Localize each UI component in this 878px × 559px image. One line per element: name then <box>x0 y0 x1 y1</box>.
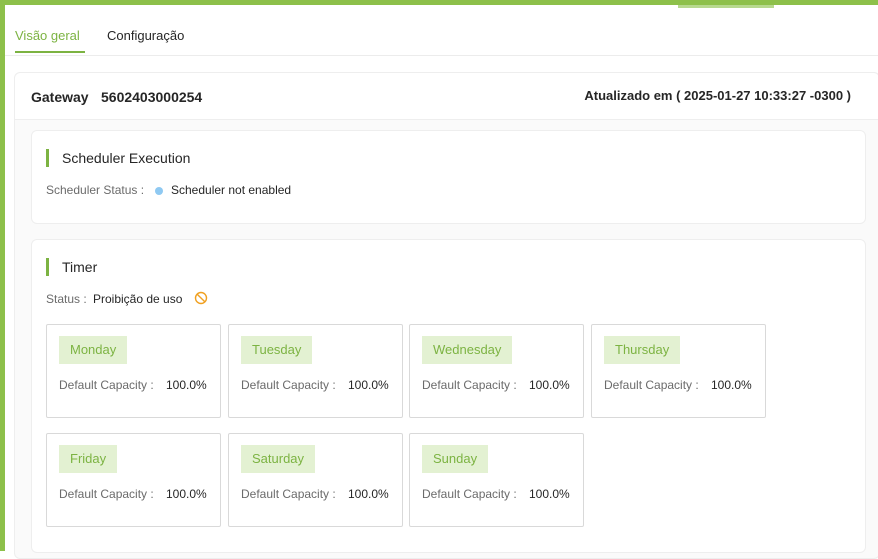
day-card-thursday: Thursday Default Capacity : 100.0% <box>591 324 766 418</box>
timer-status-label: Status : <box>46 292 87 306</box>
gateway-panel: Gateway 5602403000254 Atualizado em ( 20… <box>14 72 878 559</box>
day-tag: Saturday <box>241 445 316 473</box>
section-accent-bar <box>46 149 49 167</box>
capacity-label: Default Capacity : <box>59 378 154 392</box>
updated-timestamp: Atualizado em ( 2025-01-27 10:33:27 -030… <box>584 88 851 103</box>
section-title-timer: Timer <box>62 259 98 275</box>
scheduler-status-label: Scheduler Status : <box>46 183 145 197</box>
day-tag: Tuesday <box>241 336 313 364</box>
capacity-value: 100.0% <box>529 487 570 501</box>
capacity-value: 100.0% <box>166 378 207 392</box>
capacity-value: 100.0% <box>529 378 570 392</box>
status-dot-icon <box>155 187 163 195</box>
day-tag: Wednesday <box>422 336 513 364</box>
ban-icon <box>194 291 208 305</box>
day-card-monday: Monday Default Capacity : 100.0% <box>46 324 221 418</box>
day-card-wednesday: Wednesday Default Capacity : 100.0% <box>409 324 584 418</box>
gateway-header: Gateway 5602403000254 Atualizado em ( 20… <box>15 73 878 120</box>
day-tag: Thursday <box>604 336 681 364</box>
capacity-label: Default Capacity : <box>422 487 517 501</box>
active-tab-indicator <box>15 51 85 53</box>
gateway-label: Gateway <box>31 89 89 105</box>
day-card-sunday: Sunday Default Capacity : 100.0% <box>409 433 584 527</box>
scheduler-status-value: Scheduler not enabled <box>171 183 292 197</box>
gateway-id: 5602403000254 <box>101 89 203 105</box>
capacity-value: 100.0% <box>711 378 752 392</box>
capacity-label: Default Capacity : <box>241 378 336 392</box>
day-tag: Friday <box>59 445 118 473</box>
capacity-value: 100.0% <box>348 487 389 501</box>
capacity-label: Default Capacity : <box>422 378 517 392</box>
day-tag: Monday <box>59 336 128 364</box>
day-tag: Sunday <box>422 445 489 473</box>
day-card-saturday: Saturday Default Capacity : 100.0% <box>228 433 403 527</box>
tab-configuration[interactable]: Configuração <box>107 28 184 43</box>
tab-bar: Visão geral Configuração <box>5 5 878 56</box>
timer-card: Timer Status : Proibição de uso Monday D… <box>31 239 866 553</box>
scheduler-execution-card: Scheduler Execution Scheduler Status : S… <box>31 130 866 224</box>
capacity-label: Default Capacity : <box>59 487 154 501</box>
capacity-label: Default Capacity : <box>604 378 699 392</box>
day-card-tuesday: Tuesday Default Capacity : 100.0% <box>228 324 403 418</box>
capacity-label: Default Capacity : <box>241 487 336 501</box>
left-frame-border <box>0 0 5 551</box>
timer-status-value: Proibição de uso <box>93 292 183 306</box>
section-title-scheduler: Scheduler Execution <box>62 150 191 166</box>
tab-overview[interactable]: Visão geral <box>15 28 80 43</box>
section-accent-bar <box>46 258 49 276</box>
day-card-friday: Friday Default Capacity : 100.0% <box>46 433 221 527</box>
capacity-value: 100.0% <box>348 378 389 392</box>
capacity-value: 100.0% <box>166 487 207 501</box>
